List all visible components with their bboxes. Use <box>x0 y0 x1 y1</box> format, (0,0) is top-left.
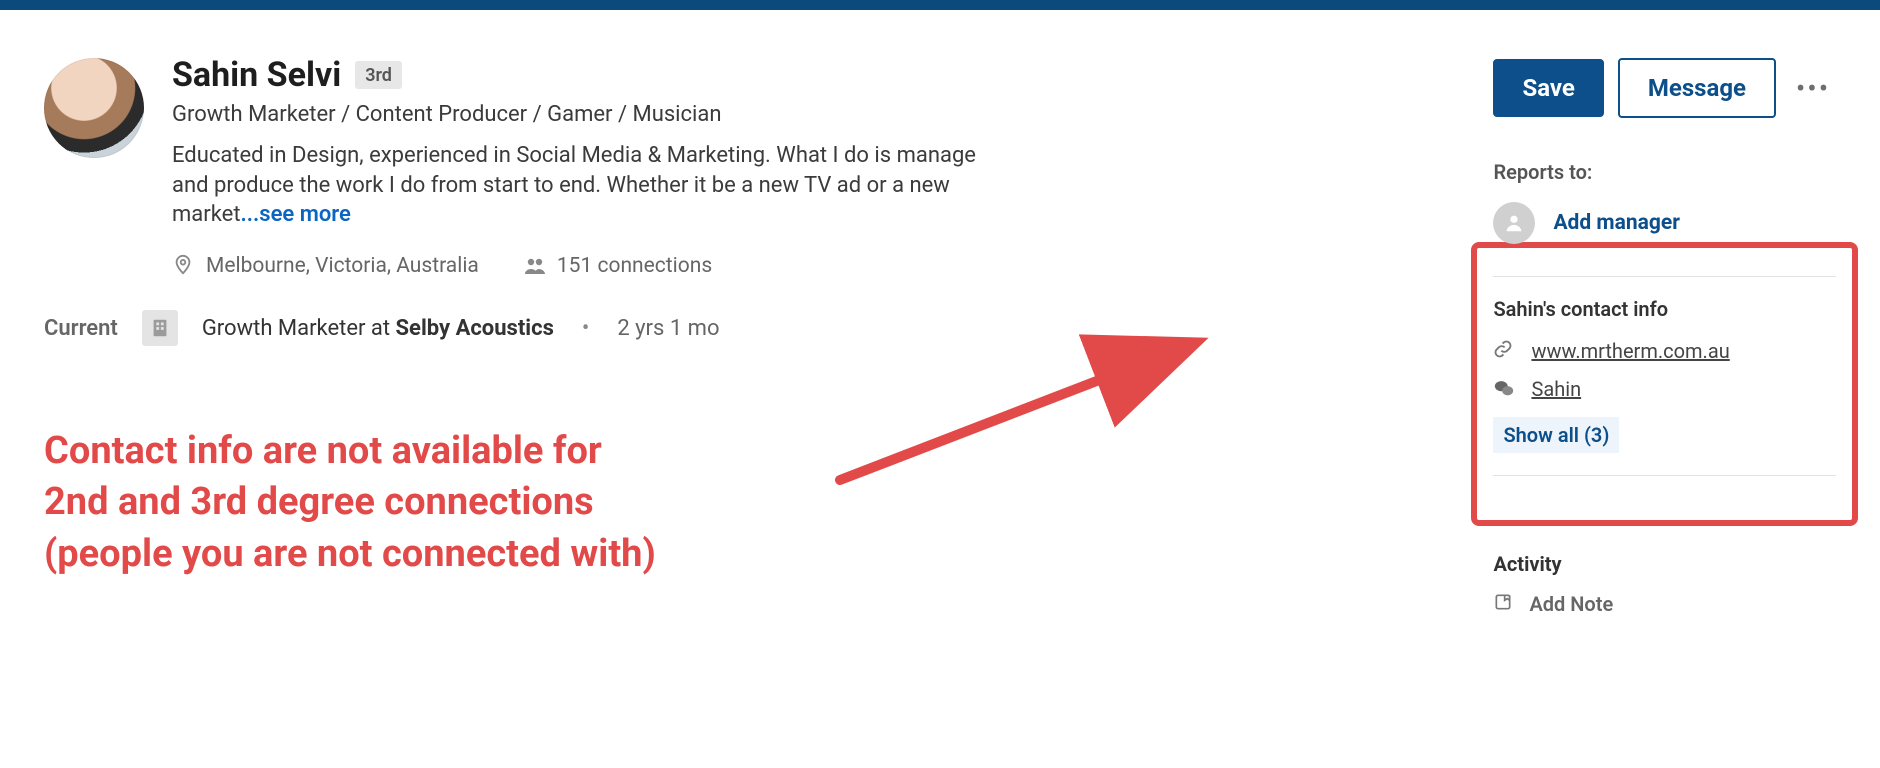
contact-wechat-row[interactable]: Sahin <box>1493 377 1836 401</box>
add-note-label: Add Note <box>1529 592 1613 616</box>
divider <box>1493 475 1836 476</box>
contact-info-title: Sahin's contact info <box>1493 297 1836 321</box>
annotation-callout: Contact info are not available for 2nd a… <box>44 426 864 580</box>
current-role: Growth Marketer at Selby Acoustics <box>202 316 554 341</box>
add-manager-link[interactable]: Add manager <box>1553 211 1679 235</box>
reports-to-label: Reports to: <box>1493 160 1836 184</box>
connections-row[interactable]: 151 connections <box>523 254 712 278</box>
manager-avatar-placeholder <box>1493 202 1535 244</box>
location-row: Melbourne, Victoria, Australia <box>172 254 479 278</box>
annotation-line2: 2nd and 3rd degree connections <box>44 477 864 528</box>
location-text: Melbourne, Victoria, Australia <box>206 254 479 278</box>
separator-dot: • <box>582 316 589 341</box>
profile-headline: Growth Marketer / Content Producer / Gam… <box>172 102 1204 127</box>
contact-website-link[interactable]: www.mrtherm.com.au <box>1531 339 1729 363</box>
add-note-button[interactable]: Add Note <box>1493 592 1836 616</box>
activity-title: Activity <box>1493 552 1836 576</box>
message-button[interactable]: Message <box>1618 58 1776 118</box>
annotation-line1: Contact info are not available for <box>44 426 864 477</box>
profile-name: Sahin Selvi <box>172 58 341 92</box>
annotation-line3: (people you are not connected with) <box>44 529 864 580</box>
save-button[interactable]: Save <box>1493 59 1603 117</box>
company-name: Selby Acoustics <box>396 316 554 341</box>
note-icon <box>1493 592 1517 616</box>
overflow-menu-icon[interactable]: ••• <box>1790 72 1836 105</box>
see-more-link[interactable]: ...see more <box>241 202 351 227</box>
people-icon <box>523 254 547 278</box>
degree-badge: 3rd <box>355 61 402 89</box>
contact-website-row[interactable]: www.mrtherm.com.au <box>1493 339 1836 363</box>
avatar[interactable] <box>44 58 144 158</box>
tenure: 2 yrs 1 mo <box>617 316 719 341</box>
current-label: Current <box>44 316 118 341</box>
divider <box>1493 276 1836 277</box>
top-nav-bar <box>0 0 1880 10</box>
annotation-highlight-box: Sahin's contact info www.mrtherm.com.au … <box>1471 242 1858 526</box>
show-all-contacts-link[interactable]: Show all (3) <box>1493 417 1619 453</box>
link-icon <box>1493 339 1517 363</box>
role-prefix: Growth Marketer at <box>202 316 396 341</box>
contact-wechat-link[interactable]: Sahin <box>1531 377 1581 401</box>
connections-text: 151 connections <box>557 254 712 278</box>
profile-bio: Educated in Design, experienced in Socia… <box>172 141 1002 230</box>
company-icon <box>142 310 178 346</box>
sidebar: Save Message ••• Reports to: Add manager… <box>1493 58 1836 616</box>
location-pin-icon <box>172 254 196 278</box>
wechat-icon <box>1493 377 1517 401</box>
profile-main: Sahin Selvi 3rd Growth Marketer / Conten… <box>44 58 1204 616</box>
